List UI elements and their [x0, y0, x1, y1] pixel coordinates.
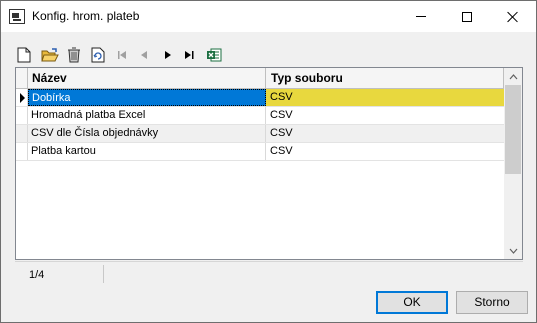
app-icon [9, 9, 25, 24]
refresh-button[interactable] [89, 46, 107, 64]
row-indicator [16, 107, 28, 124]
cell-name[interactable]: Platba kartou [28, 143, 266, 160]
open-folder-icon [41, 47, 59, 61]
status-bar: 1/4 [15, 261, 523, 284]
delete-button[interactable] [65, 46, 83, 64]
grid-header: Název Typ souboru [16, 68, 504, 89]
chevron-down-icon [509, 248, 517, 254]
data-grid[interactable]: Název Typ souboru Dobírka CSV Hromadná p… [15, 67, 523, 260]
close-icon [507, 11, 519, 23]
current-row-arrow-icon [20, 93, 25, 103]
status-divider [103, 265, 104, 283]
cell-name[interactable]: CSV dle Čísla objednávky [28, 125, 266, 142]
ok-button[interactable]: OK [376, 291, 448, 314]
title-bar: Konfig. hrom. plateb [1, 1, 536, 32]
open-button[interactable] [41, 46, 59, 64]
last-record-button[interactable] [181, 46, 199, 64]
scroll-up-button[interactable] [504, 68, 522, 85]
row-indicator [16, 89, 28, 106]
new-record-button[interactable] [15, 46, 33, 64]
excel-export-icon [207, 48, 222, 62]
first-record-icon [118, 51, 126, 59]
window-title: Konfig. hrom. plateb [32, 9, 140, 23]
refresh-icon [91, 47, 105, 63]
cell-type[interactable]: CSV [266, 143, 504, 160]
column-header-name[interactable]: Název [28, 68, 266, 88]
table-row[interactable]: Dobírka CSV [16, 89, 504, 107]
new-document-icon [17, 47, 31, 63]
close-button[interactable] [490, 1, 536, 32]
next-record-icon [165, 51, 171, 59]
minimize-icon [416, 16, 426, 17]
minimize-button[interactable] [398, 1, 444, 32]
cell-name[interactable]: Dobírka [28, 89, 266, 106]
cell-type[interactable]: CSV [266, 89, 504, 106]
record-position: 1/4 [29, 269, 45, 281]
row-indicator [16, 143, 28, 160]
column-header-type[interactable]: Typ souboru [266, 68, 504, 88]
maximize-button[interactable] [444, 1, 490, 32]
previous-record-icon [141, 51, 147, 59]
cell-type[interactable]: CSV [266, 107, 504, 124]
maximize-icon [462, 11, 472, 22]
next-record-button[interactable] [159, 46, 177, 64]
cell-type[interactable]: CSV [266, 125, 504, 142]
row-indicator-header [16, 68, 28, 88]
row-indicator [16, 125, 28, 142]
vertical-scrollbar[interactable] [504, 68, 522, 259]
delete-icon [68, 47, 80, 63]
previous-record-button[interactable] [135, 46, 153, 64]
cell-name[interactable]: Hromadná platba Excel [28, 107, 266, 124]
scroll-down-button[interactable] [504, 242, 522, 259]
scrollbar-thumb[interactable] [505, 85, 521, 174]
chevron-up-icon [509, 73, 517, 79]
toolbar [15, 45, 315, 65]
table-row[interactable]: CSV dle Čísla objednávky CSV [16, 125, 504, 143]
table-row[interactable]: Platba kartou CSV [16, 143, 504, 161]
table-row[interactable]: Hromadná platba Excel CSV [16, 107, 504, 125]
excel-export-button[interactable] [205, 46, 223, 64]
cancel-button[interactable]: Storno [456, 291, 528, 314]
dialog-window: Konfig. hrom. plateb Název Typ souboru D… [0, 0, 537, 323]
first-record-button[interactable] [113, 46, 131, 64]
last-record-icon [185, 51, 194, 59]
